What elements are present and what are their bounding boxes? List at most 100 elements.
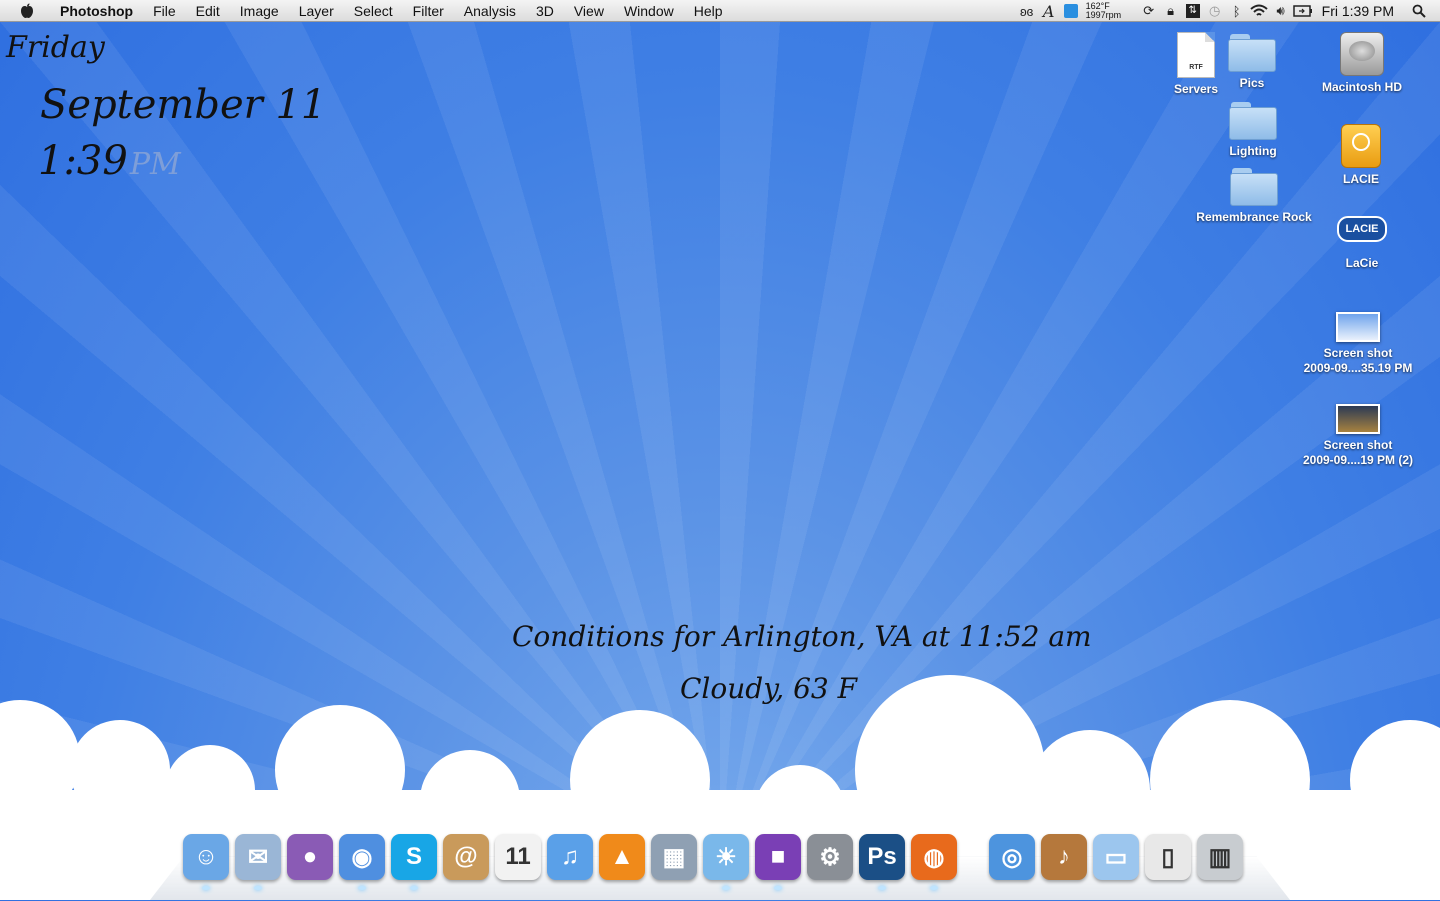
disk-utility-icon: ◎: [989, 834, 1035, 880]
volume-icon[interactable]: 🔊︎: [1270, 0, 1292, 22]
dock-item-address-book[interactable]: @: [440, 834, 492, 890]
dock-item-folder-stack[interactable]: ▭: [1090, 834, 1142, 890]
garageband-icon: ♪: [1041, 834, 1087, 880]
app-status-icon[interactable]: [1060, 0, 1082, 22]
dock-item-ical[interactable]: 11: [492, 834, 544, 890]
documents-stack-icon: ▯: [1145, 834, 1191, 880]
screenshot-thumbnail-icon: [1336, 312, 1380, 342]
dock-item-adium[interactable]: ●: [284, 834, 336, 890]
external-drive-icon: [1341, 124, 1381, 168]
folder-icon: [1228, 34, 1276, 72]
menubar-clock[interactable]: Fri 1:39 PM: [1314, 3, 1408, 19]
system-preferences-icon: ⚙: [807, 834, 853, 880]
dock-item-system-preferences[interactable]: ⚙: [804, 834, 856, 890]
dock-item-firefox[interactable]: ◍: [908, 834, 960, 890]
desktop-icon-macintosh-hd[interactable]: Macintosh HD: [1312, 32, 1412, 95]
dock-item-skype[interactable]: S: [388, 834, 440, 890]
desktop-icon-pics[interactable]: Pics: [1222, 34, 1282, 91]
upload-icon[interactable]: ⇅: [1182, 0, 1204, 22]
butterfly-icon[interactable]: ʚɞ: [1016, 0, 1038, 22]
desktop-icon-label: LACIE: [1343, 172, 1379, 186]
running-indicator: [202, 886, 210, 890]
running-indicator: [930, 886, 938, 890]
folder-icon: [1230, 168, 1278, 206]
weather-temperature: Cloudy, 63 F: [680, 672, 858, 705]
itunes-icon: ♫: [547, 834, 593, 880]
fan-rpm-value: 1997rpm: [1085, 10, 1122, 20]
running-indicator: [722, 886, 730, 890]
vlc-icon: ▲: [599, 834, 645, 880]
menu-edit[interactable]: Edit: [186, 0, 230, 22]
running-indicator: [774, 886, 782, 890]
desktop-icon-label: Lighting: [1229, 144, 1277, 158]
running-indicator: [410, 886, 418, 890]
dock: ☺ ✉ ● ◉ S @11 ♫ ▲ ▦ ☀ ■ ⚙ Ps ◍ ◎ ♪ ▭ ▯ ▥: [180, 830, 1246, 890]
dock-item-disk-utility[interactable]: ◎: [986, 834, 1038, 890]
menu-image[interactable]: Image: [230, 0, 289, 22]
spotlight-icon[interactable]: [1408, 0, 1430, 22]
widget-time-value: 1:39: [38, 138, 128, 184]
dock-item-vlc[interactable]: ▲: [596, 834, 648, 890]
time-machine-icon[interactable]: ◷: [1204, 0, 1226, 22]
desktop-icon-label: Macintosh HD: [1321, 80, 1402, 94]
rtf-label: RTF: [1189, 64, 1203, 71]
skype-icon: S: [391, 834, 437, 880]
dock-item-ichat[interactable]: ◉: [336, 834, 388, 890]
dock-item-itunes[interactable]: ♫: [544, 834, 596, 890]
temperature-readout[interactable]: 162°F 1997rpm: [1086, 2, 1134, 20]
dock-item-trash[interactable]: ▥: [1194, 834, 1246, 890]
weather-conditions: Conditions for Arlington, VA at 11:52 am: [512, 620, 1092, 653]
preview-icon: ▦: [651, 834, 697, 880]
hard-drive-icon: [1340, 32, 1384, 76]
menu-view[interactable]: View: [564, 0, 614, 22]
desktop-icon-label: Servers: [1173, 82, 1219, 96]
desktop-icon-screenshot-2[interactable]: Screen shot 2009-09....19 PM (2): [1292, 404, 1424, 468]
widget-day: Friday: [6, 30, 105, 65]
desktop-icon-label: LaCie: [1345, 256, 1379, 270]
bluetooth-icon[interactable]: ᛒ: [1226, 0, 1248, 22]
desktop-icon-lighting[interactable]: Lighting: [1222, 102, 1284, 159]
desktop-icon-label-line1: Screen shot: [1323, 346, 1393, 360]
desktop-icon-screenshot-1[interactable]: Screen shot 2009-09....35.19 PM: [1292, 312, 1424, 376]
lock-icon[interactable]: 🔒︎: [1160, 0, 1182, 22]
sync-icon[interactable]: ⟳: [1138, 0, 1160, 22]
ical-icon: 11: [495, 834, 541, 880]
desktop-icon-lacie-drive[interactable]: LACIE: [1326, 124, 1396, 187]
menu-layer[interactable]: Layer: [289, 0, 344, 22]
dock-item-photoshop[interactable]: Ps: [856, 834, 908, 890]
desktop-icon-servers[interactable]: RTF Servers: [1166, 32, 1226, 97]
menu-3d[interactable]: 3D: [526, 0, 564, 22]
trash-icon: ▥: [1197, 834, 1243, 880]
iphoto-icon: ☀: [703, 834, 749, 880]
dock-item-documents-stack[interactable]: ▯: [1142, 834, 1194, 890]
dock-item-preview[interactable]: ▦: [648, 834, 700, 890]
rtf-document-icon: RTF: [1177, 32, 1215, 78]
desktop-icon-label: Remembrance Rock: [1196, 210, 1312, 224]
desktop-icon-label-line2: 2009-09....35.19 PM: [1303, 361, 1413, 375]
dock-item-front-row[interactable]: ■: [752, 834, 804, 890]
menu-help[interactable]: Help: [684, 0, 733, 22]
menu-filter[interactable]: Filter: [403, 0, 454, 22]
dock-item-mail[interactable]: ✉: [232, 834, 284, 890]
adium-icon: ●: [287, 834, 333, 880]
menu-file[interactable]: File: [143, 0, 186, 22]
dock-item-garageband[interactable]: ♪: [1038, 834, 1090, 890]
dock-item-iphoto[interactable]: ☀: [700, 834, 752, 890]
running-indicator: [358, 886, 366, 890]
screenshot-thumbnail-icon: [1336, 404, 1380, 434]
menu-select[interactable]: Select: [344, 0, 403, 22]
desktop-icon-remembrance-rock[interactable]: Remembrance Rock: [1190, 168, 1318, 225]
finder-icon: ☺: [183, 834, 229, 880]
battery-icon[interactable]: [1292, 0, 1314, 22]
menu-photoshop[interactable]: Photoshop: [50, 0, 143, 22]
wifi-icon[interactable]: [1248, 0, 1270, 22]
font-icon[interactable]: A: [1038, 0, 1060, 22]
dock-item-finder[interactable]: ☺: [180, 834, 232, 890]
desktop-icon-lacie[interactable]: LACIE LaCie: [1326, 216, 1398, 271]
apple-menu-icon[interactable]: [18, 3, 36, 19]
desktop-icon-label: Pics: [1239, 76, 1265, 90]
menu-analysis[interactable]: Analysis: [454, 0, 526, 22]
mail-icon: ✉: [235, 834, 281, 880]
menu-window[interactable]: Window: [614, 0, 684, 22]
address-book-icon: @: [443, 834, 489, 880]
